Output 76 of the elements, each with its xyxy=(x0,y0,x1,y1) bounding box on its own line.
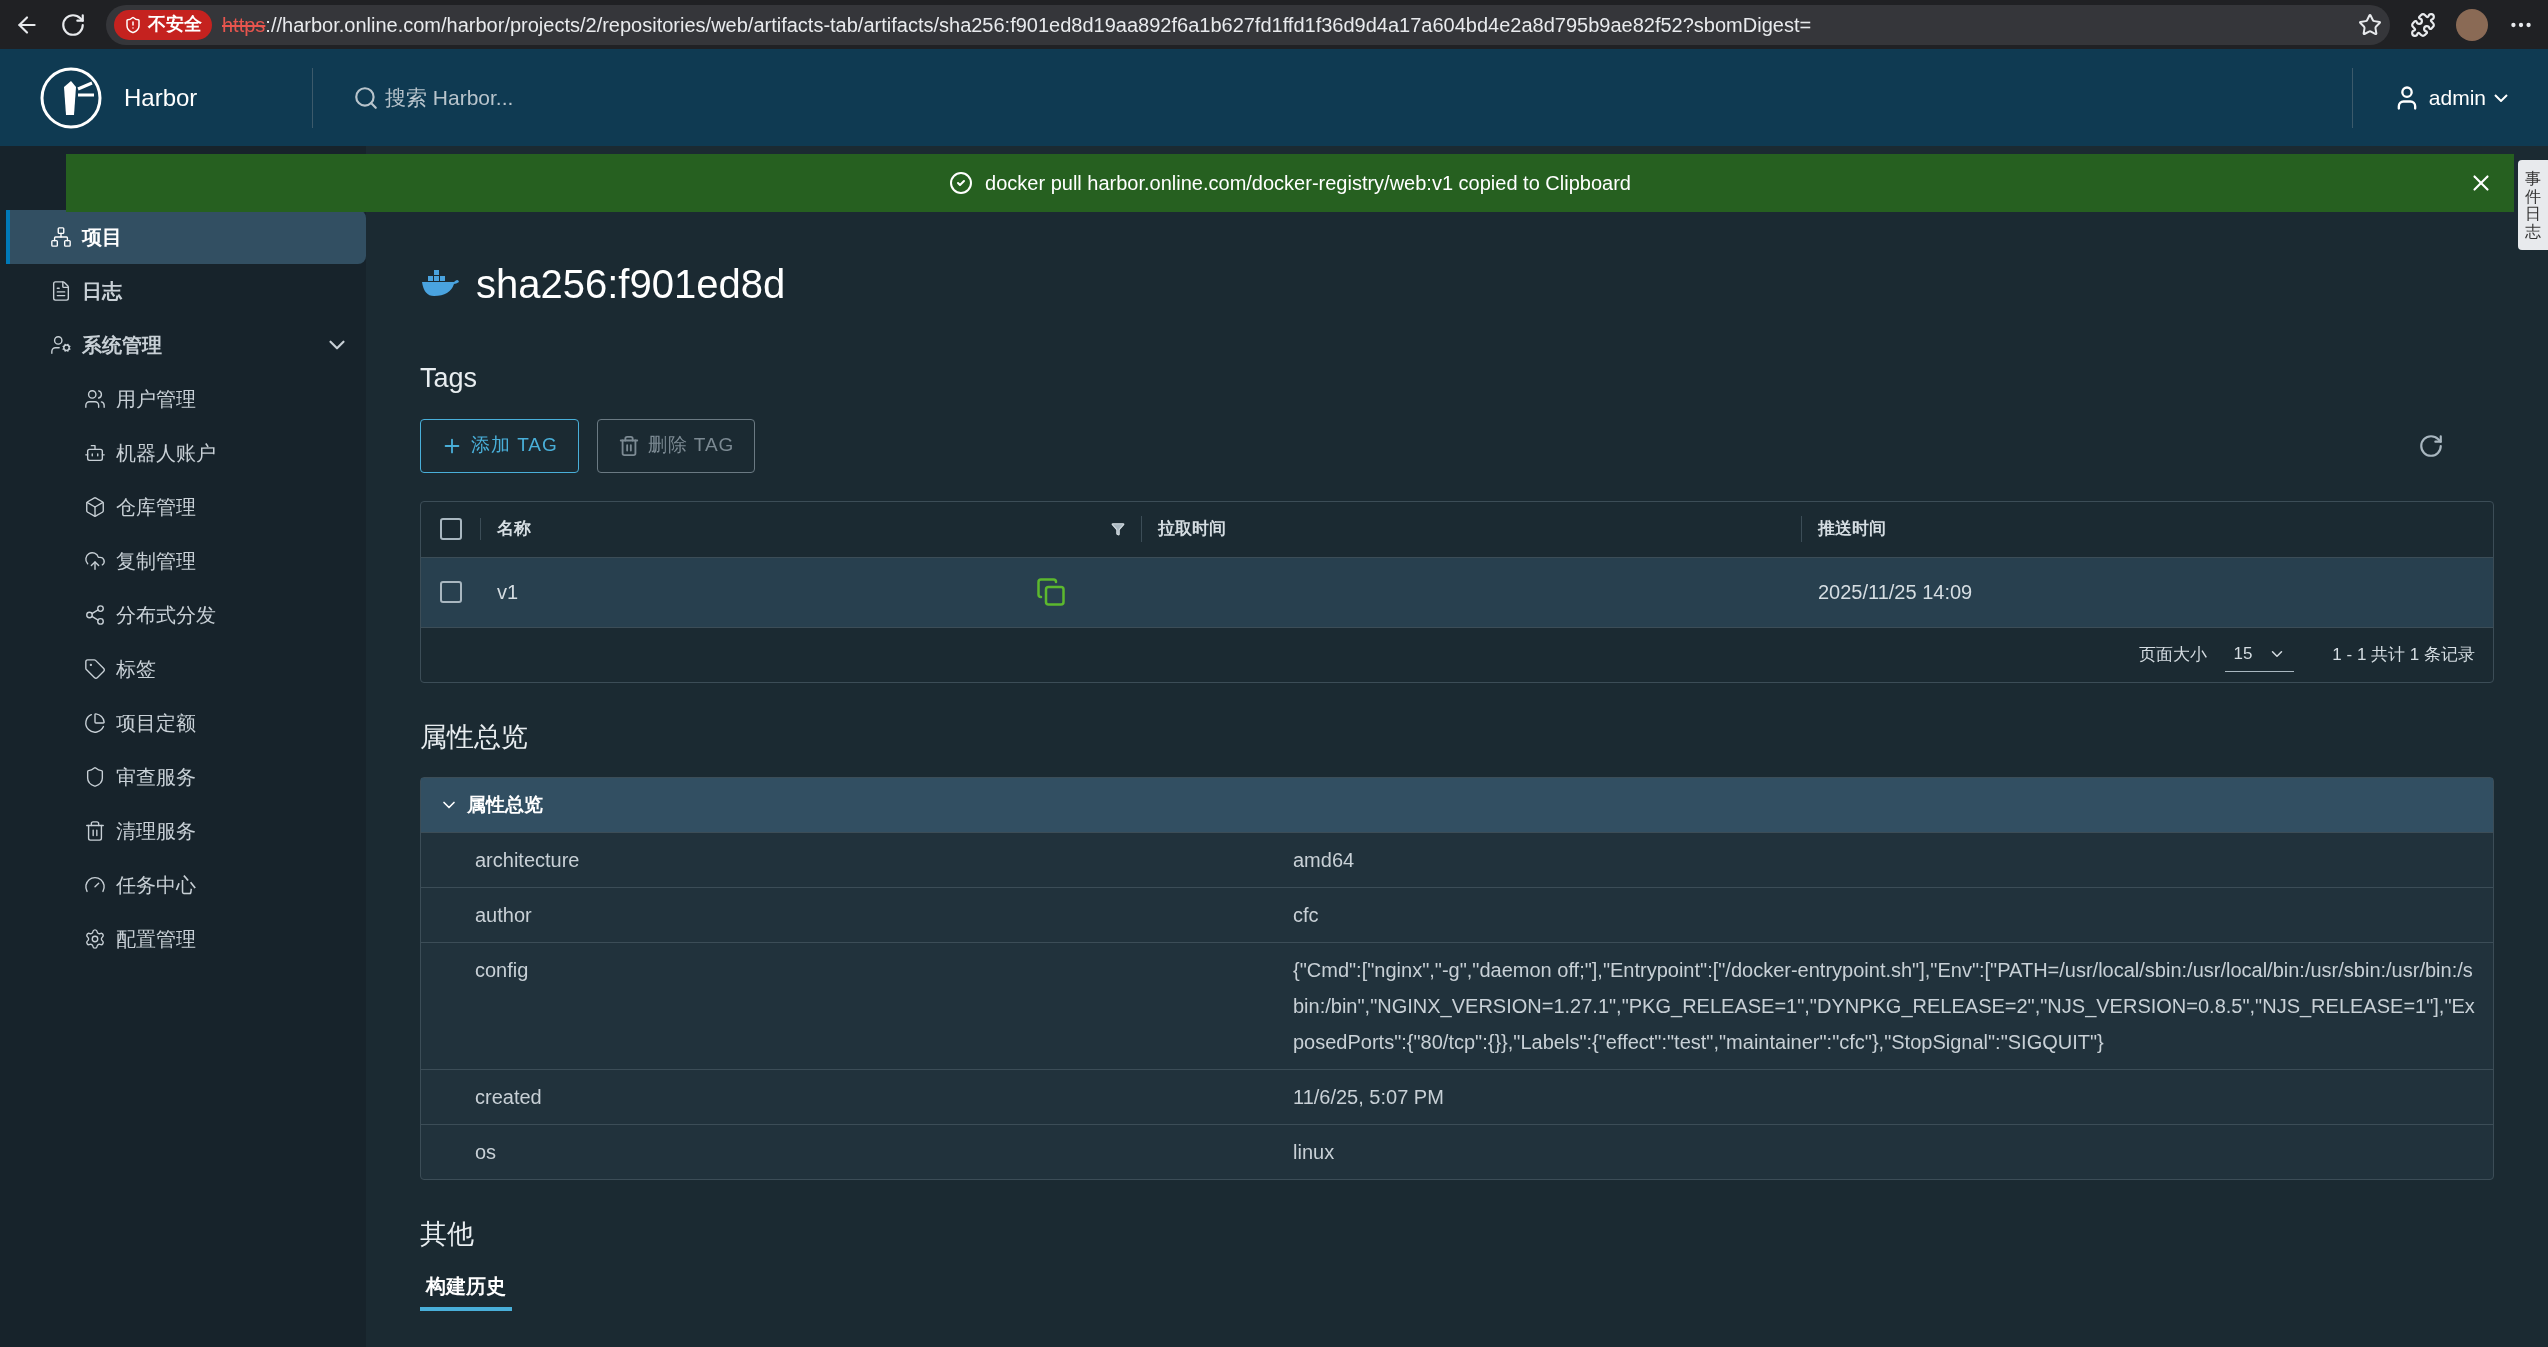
sidebar-item[interactable]: 日志 xyxy=(6,264,366,318)
sidebar-item[interactable]: 配置管理 xyxy=(6,912,366,966)
sidebar-item[interactable]: 复制管理 xyxy=(6,534,366,588)
search-field[interactable]: 搜索 Harbor... xyxy=(313,81,514,114)
page-size-label: 页面大小 xyxy=(2139,643,2208,666)
table-cell: 2025/11/25 14:09 xyxy=(1818,581,1973,603)
panel-header[interactable]: 属性总览 xyxy=(421,778,2493,832)
property-value: linux xyxy=(1293,1141,1335,1163)
column-header[interactable]: 拉取时间 xyxy=(1158,519,1226,539)
sidebar-item[interactable]: 项目 xyxy=(6,210,366,264)
shield-icon xyxy=(84,766,106,788)
chevron-icon xyxy=(2494,93,2508,102)
side-tab[interactable]: 事件日志 xyxy=(2518,160,2548,251)
search-icon xyxy=(353,84,379,111)
section-title: 属性总览 xyxy=(420,720,529,754)
app-name[interactable]: Harbor xyxy=(124,79,198,116)
lighthouse-logo-icon xyxy=(40,66,102,129)
extensions-icon[interactable] xyxy=(2410,11,2436,38)
star-icon[interactable] xyxy=(2358,12,2382,37)
row-checkbox[interactable] xyxy=(440,581,462,603)
reload-icon[interactable] xyxy=(60,11,86,38)
document-icon xyxy=(50,280,72,302)
users-icon xyxy=(84,388,106,410)
select-all-checkbox[interactable] xyxy=(439,518,462,540)
sidebar-item[interactable]: 标签 xyxy=(6,642,366,696)
robot-icon xyxy=(84,442,106,464)
cube-icon xyxy=(84,496,106,518)
trash-icon xyxy=(84,820,106,842)
page-size-select[interactable]: 15 xyxy=(2225,637,2295,672)
section-title: 其他 xyxy=(420,1218,475,1251)
column-header[interactable]: 推送时间 xyxy=(1818,519,1886,539)
security-badge[interactable]: 不安全 xyxy=(114,9,212,40)
trash-icon xyxy=(617,434,640,457)
property-value: cfc xyxy=(1293,904,1319,926)
pagination-summary: 1 - 1 共计 1 条记录 xyxy=(2332,643,2475,666)
avatar[interactable] xyxy=(2456,8,2488,41)
sidebar-item[interactable]: 用户管理 xyxy=(6,372,366,426)
settings-icon xyxy=(84,928,106,950)
add-tag-button[interactable]: 添加 TAG xyxy=(420,418,579,473)
copy-icon[interactable] xyxy=(1036,577,1066,607)
tab[interactable]: 构建历史 xyxy=(420,1270,512,1311)
sidebar-item[interactable]: 任务中心 xyxy=(6,858,366,912)
whale-icon xyxy=(420,270,460,298)
property-value: {"Cmd":["nginx","-g","daemon off;"],"Entrypoint":["/docker-entrypoint.sh"],"Env":["PATH=/usr/local/sbin:/usr/local/bin:/usr/sbin:/usr/bin:/sbin:/bin","NGINX_VERSION=1.27.1","PKG_RELEASE=1","DYNPKG_RELEASE=2","NJS_VERSION=0.8.5","NJS_RELEASE=1"],"ExposedPorts":{"80/tcp":{}},"Labels":{"effect":"test","maintainer":"cfc"},"StopSignal":"SIGQUIT"} xyxy=(1293,959,2475,1053)
property-name: author xyxy=(475,904,532,926)
sidebar-item[interactable]: 机器人账户 xyxy=(6,426,366,480)
url-text: https://harbor.online.com/harbor/projects/2/repositories/web/artifacts-tab/artifacts/sha256:f901ed8d19aa892f6a1b627fd1ffd1f36d9d4a17a604bd4e2a8d795b9ae82f52?sbomDigest= xyxy=(222,12,1812,38)
sidebar-item[interactable]: 清理服务 xyxy=(6,804,366,858)
sidebar-item[interactable]: 项目定额 xyxy=(6,696,366,750)
sidebar-item[interactable]: 分布式分发 xyxy=(6,588,366,642)
property-name: architecture xyxy=(475,849,580,871)
share-icon xyxy=(84,604,106,626)
check-circle-icon xyxy=(949,171,974,195)
address-bar[interactable]: 不安全 https://harbor.online.com/harbor/projects/2/repositories/web/artifacts-tab/artifacts/sha256:f901ed8d19aa892f6a1b627fd1ffd1f36d9d4a17a604bd4e2a8d795b9ae82f52?sbomDigest= xyxy=(106,4,2390,45)
property-value: amd64 xyxy=(1293,849,1355,871)
column-header[interactable]: 名称 xyxy=(497,516,531,542)
property-name: created xyxy=(475,1086,542,1108)
banner-message: docker pull harbor.online.com/docker-registry/web:v1 copied to Clipboard xyxy=(985,171,1631,196)
network-icon xyxy=(50,226,72,248)
section-title: Tags xyxy=(420,362,479,395)
artifact-title: sha256:f901ed8d xyxy=(476,261,786,308)
sidebar-item[interactable]: 审查服务 xyxy=(6,750,366,804)
property-name: os xyxy=(475,1141,497,1163)
user-gear-icon xyxy=(50,334,72,356)
sidebar-item[interactable]: 系统管理 xyxy=(6,318,366,372)
cloud-icon xyxy=(84,550,106,572)
sidebar-item[interactable]: 仓库管理 xyxy=(6,480,366,534)
tag-icon xyxy=(84,658,106,680)
table-cell-text: v1 xyxy=(497,580,519,605)
table-row[interactable]: v1 2025/11/25 14:09 xyxy=(421,557,2493,628)
pie-icon xyxy=(84,712,106,734)
property-value: 11/6/25, 5:07 PM xyxy=(1293,1086,1444,1108)
refresh-icon[interactable] xyxy=(2418,432,2444,459)
user-menu[interactable]: admin xyxy=(2352,81,2548,114)
filter-icon[interactable] xyxy=(1111,522,1125,536)
property-name: config xyxy=(475,959,529,981)
